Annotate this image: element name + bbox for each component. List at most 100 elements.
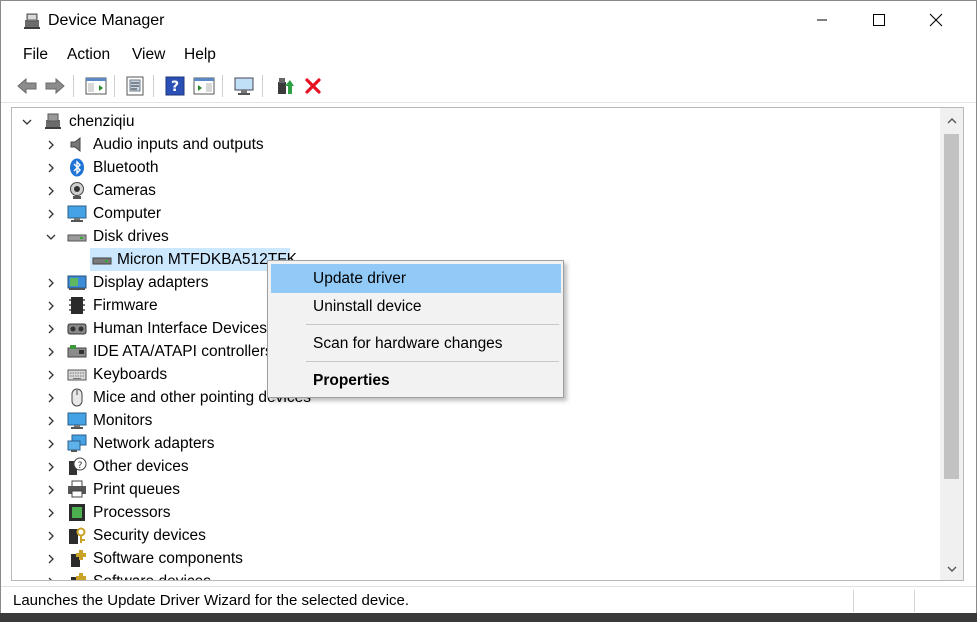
minimize-button[interactable] <box>794 1 850 39</box>
mouse-icon <box>71 388 83 407</box>
tree-item-computer[interactable]: Computer <box>12 202 940 225</box>
tree-item-bluetooth[interactable]: Bluetooth <box>12 156 940 179</box>
network-adapter-icon <box>67 434 87 452</box>
chevron-right-icon[interactable] <box>45 162 57 174</box>
tree-item-label: Audio inputs and outputs <box>93 136 264 153</box>
maximize-icon <box>873 14 885 26</box>
chevron-down-icon[interactable] <box>45 231 57 243</box>
tree-item-label: Cameras <box>93 182 156 199</box>
update-driver-icon <box>278 78 294 94</box>
menu-view[interactable]: View <box>132 45 165 65</box>
status-divider <box>914 590 915 612</box>
chevron-right-icon[interactable] <box>45 461 57 473</box>
tree-root-label: chenziqiu <box>69 113 135 130</box>
menu-file[interactable]: File <box>23 45 48 65</box>
tree-item-cameras[interactable]: Cameras <box>12 179 940 202</box>
monitor-icon <box>234 77 254 95</box>
properties-menu-item[interactable]: Properties <box>271 366 561 395</box>
vertical-scrollbar[interactable] <box>940 107 964 581</box>
tree-root[interactable]: chenziqiu <box>12 110 940 133</box>
chevron-right-icon[interactable] <box>45 415 57 427</box>
tree-item-other-devices[interactable]: ? Other devices <box>12 455 940 478</box>
tree-item-label: Print queues <box>93 481 181 498</box>
forward-icon <box>45 77 65 95</box>
back-button[interactable] <box>15 74 39 98</box>
help-button[interactable]: ? <box>163 74 187 98</box>
update-driver-label: Update driver <box>313 270 407 287</box>
toolbar-separator <box>114 75 115 97</box>
chevron-right-icon[interactable] <box>45 507 57 519</box>
update-driver-toolbar-button[interactable] <box>272 74 296 98</box>
chevron-right-icon[interactable] <box>45 438 57 450</box>
tree-item-label: Network adapters <box>93 435 215 452</box>
properties-icon <box>126 76 144 96</box>
device-manager-window: Device Manager File Action View Help ? c… <box>0 0 977 622</box>
tree-item-security-devices[interactable]: Security devices <box>12 524 940 547</box>
chevron-right-icon[interactable] <box>45 484 57 496</box>
tree-item-network-adapters[interactable]: Network adapters <box>12 432 940 455</box>
chevron-right-icon[interactable] <box>45 392 57 404</box>
uninstall-icon <box>305 78 321 94</box>
menu-help[interactable]: Help <box>184 45 216 65</box>
tree-item-disk-drives[interactable]: Disk drives <box>12 225 940 248</box>
scan-monitor-button[interactable] <box>232 74 256 98</box>
window-title: Device Manager <box>48 12 165 29</box>
scroll-thumb[interactable] <box>944 134 959 479</box>
tree-item-label: Monitors <box>93 412 153 429</box>
chevron-right-icon[interactable] <box>45 139 57 151</box>
chevron-right-icon[interactable] <box>45 277 57 289</box>
update-driver-menu-item[interactable]: Update driver <box>271 264 561 293</box>
tree-item-label: Processors <box>93 504 171 521</box>
maximize-button[interactable] <box>851 1 907 39</box>
properties-button[interactable] <box>123 74 147 98</box>
action-pane-icon <box>193 77 215 95</box>
context-menu: Update driver Uninstall device Scan for … <box>267 260 564 398</box>
chevron-right-icon[interactable] <box>45 300 57 312</box>
software-device-icon <box>71 573 86 580</box>
chevron-down-icon[interactable] <box>21 116 33 128</box>
chevron-right-icon[interactable] <box>45 369 57 381</box>
forward-button[interactable] <box>43 74 67 98</box>
chevron-right-icon[interactable] <box>45 576 57 581</box>
chevron-right-icon[interactable] <box>45 346 57 358</box>
chevron-right-icon[interactable] <box>45 553 57 565</box>
tree-item-label: Keyboards <box>93 366 168 383</box>
scan-hardware-menu-item[interactable]: Scan for hardware changes <box>271 329 561 358</box>
monitor-icon <box>67 412 87 429</box>
toolbar-separator <box>73 75 74 97</box>
tree-item-label: IDE ATA/ATAPI controllers <box>93 343 273 360</box>
action-pane-button[interactable] <box>192 74 216 98</box>
chevron-down-icon <box>947 566 956 572</box>
chevron-right-icon[interactable] <box>45 530 57 542</box>
chevron-right-icon[interactable] <box>45 208 57 220</box>
properties-label: Properties <box>313 372 390 389</box>
tree-item-audio[interactable]: Audio inputs and outputs <box>12 133 940 156</box>
tree-item-monitors[interactable]: Monitors <box>12 409 940 432</box>
display-adapter-icon <box>67 275 87 290</box>
processor-icon <box>69 504 85 521</box>
chevron-right-icon[interactable] <box>45 323 57 335</box>
tree-item-label: Display adapters <box>93 274 209 291</box>
tree-item-print-queues[interactable]: Print queues <box>12 478 940 501</box>
title-bar[interactable]: Device Manager <box>1 1 976 39</box>
scroll-down-button[interactable] <box>940 558 963 580</box>
chevron-up-icon <box>947 118 956 124</box>
show-hide-console-tree-button[interactable] <box>84 74 108 98</box>
scan-hardware-label: Scan for hardware changes <box>313 335 503 352</box>
status-bar: Launches the Update Driver Wizard for th… <box>1 586 976 614</box>
tree-item-processors[interactable]: Processors <box>12 501 940 524</box>
scroll-up-button[interactable] <box>940 110 963 132</box>
uninstall-device-menu-item[interactable]: Uninstall device <box>271 292 561 321</box>
device-manager-icon <box>24 13 40 29</box>
close-button[interactable] <box>908 1 964 39</box>
tree-item-software-devices[interactable]: Software devices <box>12 570 940 581</box>
tree-item-label: Software devices <box>93 572 211 580</box>
uninstall-toolbar-button[interactable] <box>301 74 325 98</box>
tree-item-software-components[interactable]: Software components <box>12 547 940 570</box>
chevron-right-icon[interactable] <box>45 185 57 197</box>
svg-text:?: ? <box>78 461 83 471</box>
speaker-icon <box>70 136 81 153</box>
menu-action[interactable]: Action <box>67 45 110 65</box>
toolbar: ? <box>1 69 976 103</box>
toolbar-separator <box>153 75 154 97</box>
